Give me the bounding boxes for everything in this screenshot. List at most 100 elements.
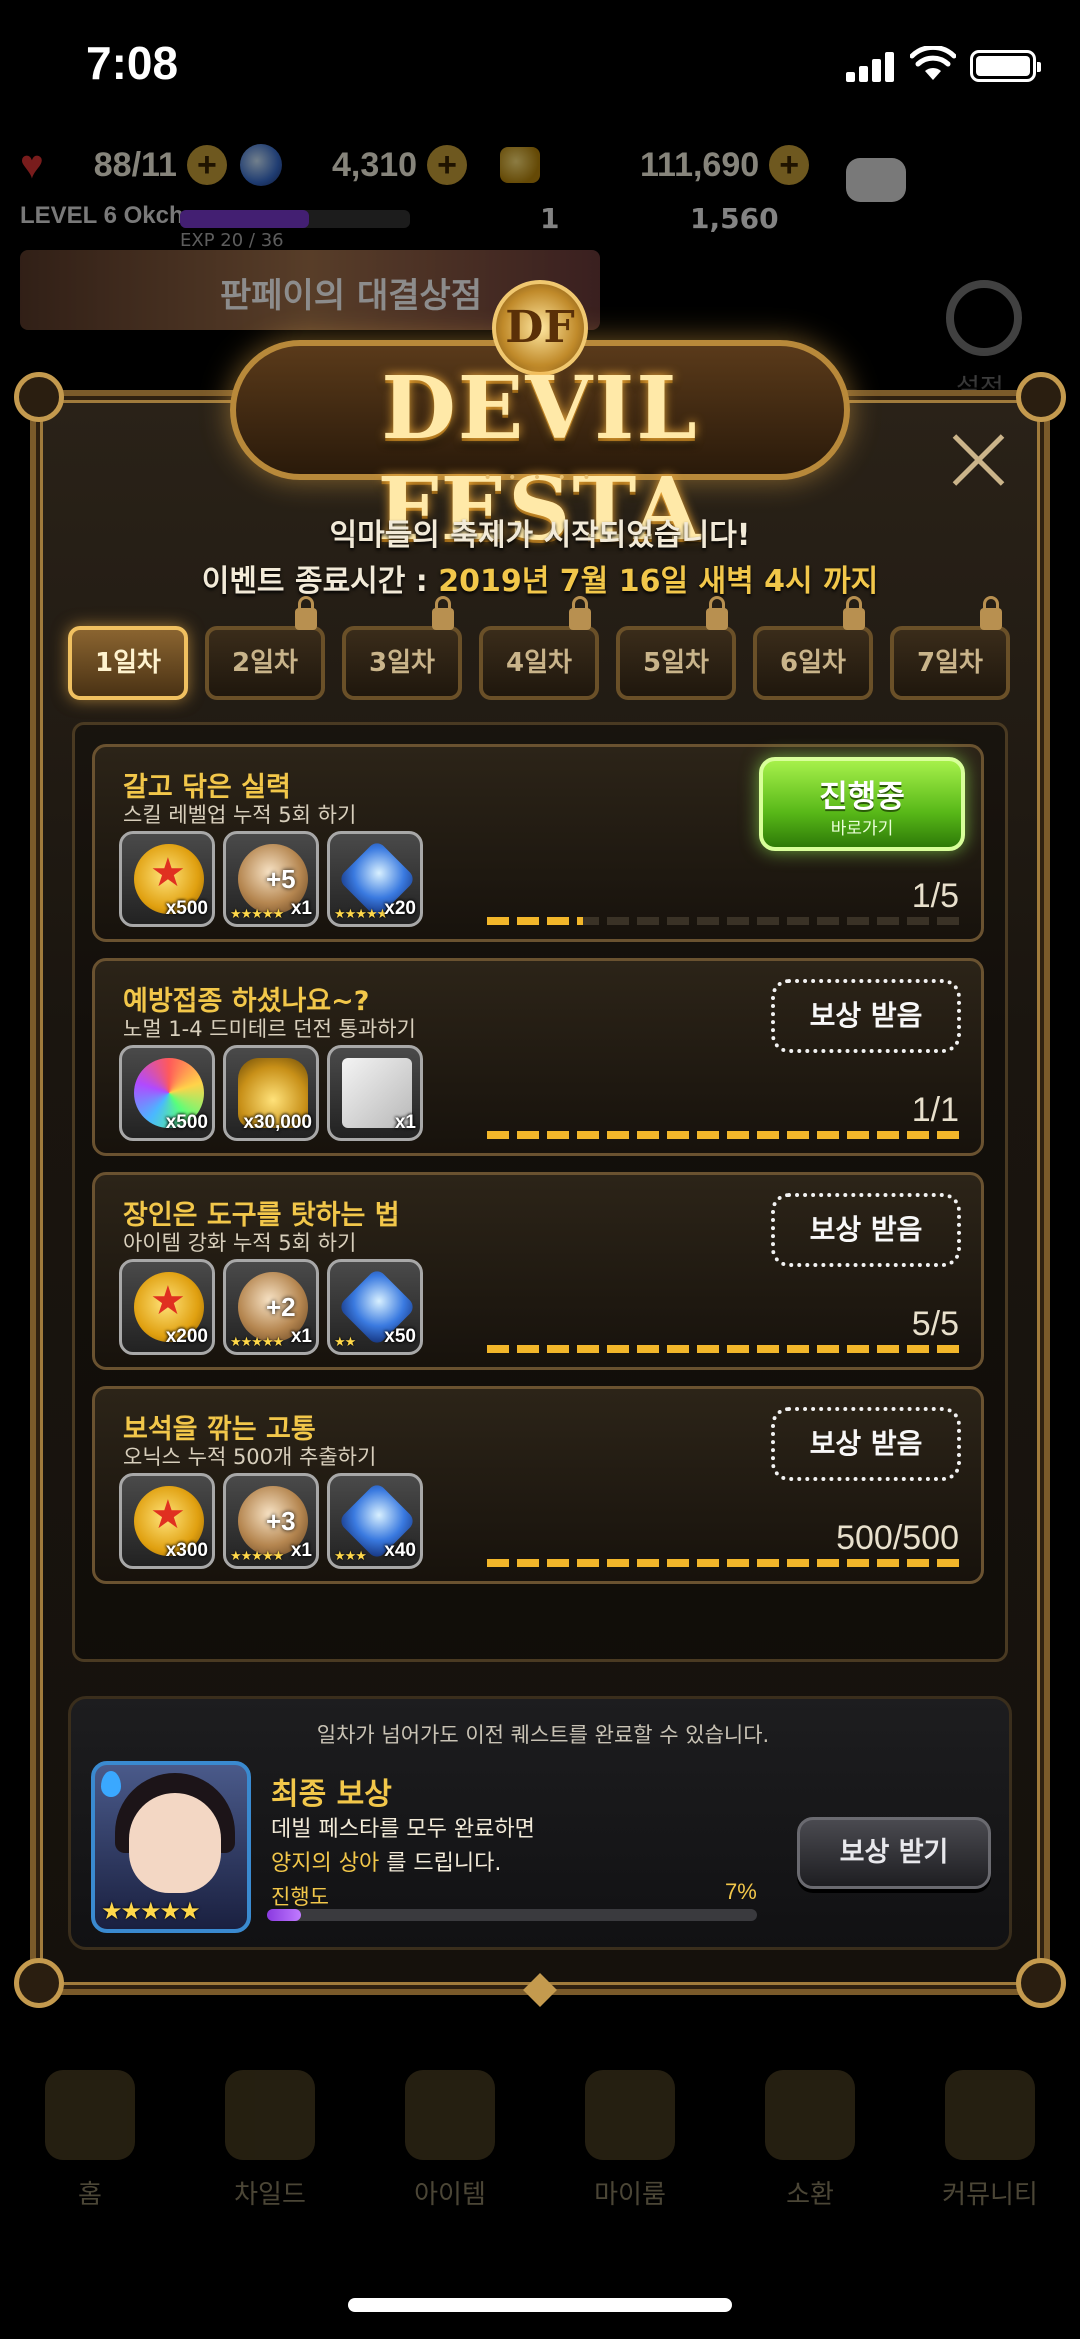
exp-bar [180,210,410,228]
reward-list: x500 +5★★★★★x1 ★★★★★x20 [119,831,423,931]
home-indicator[interactable] [348,2298,732,2312]
reward-item[interactable]: x500 [119,1045,215,1141]
corner-ornament [1016,372,1066,422]
gems-resource: 4,310 + [240,140,468,190]
nav-item-summon[interactable]: 소환 [730,2070,890,2270]
quest-desc: 아이템 강화 누적 5회 하기 [123,1231,357,1255]
nav-item-community[interactable]: 커뮤니티 [910,2070,1070,2270]
day-tabs: 1일차 2일차 3일차 4일차 5일차 6일차 7일차 [68,596,1012,702]
bottom-nav: 홈 차일드 아이템 마이룸 소환 커뮤니티 [0,2070,1080,2270]
status-bar: 7:08 [0,0,1080,130]
lock-icon [843,596,865,630]
gems-value: 4,310 [332,145,418,184]
final-reward-box: 일차가 넘어가도 이전 퀘스트를 완료할 수 있습니다. ★★★★★ 최종 보상… [68,1696,1012,1950]
corner-ornament [1016,1958,1066,2008]
reward-item[interactable]: x300 [119,1473,215,1569]
gold-resource: 111,690 + [500,140,810,190]
reward-item[interactable]: +5 ★★★★★ x1 [223,831,319,927]
final-progress-label: 진행도 [271,1885,329,1909]
small-resource-2: 1,560 [690,202,779,235]
gold-value: 111,690 [640,145,760,184]
quest-desc: 오닉스 누적 500개 추출하기 [123,1445,377,1469]
reward-item[interactable]: x500 [119,831,215,927]
nav-item-myroom[interactable]: 마이룸 [550,2070,710,2270]
final-progress-bar [267,1909,757,1921]
event-end-time: 이벤트 종료시간 : 2019년 7월 16일 새벽 4시 까지 [0,556,1080,600]
logo-stars: • • • • • [483,470,597,486]
reward-item[interactable]: ★★★ x40 [327,1473,423,1569]
nav-item-home[interactable]: 홈 [10,2070,170,2270]
lock-icon [980,596,1002,630]
water-drop-icon [101,1771,121,1797]
quest-progress-bar [487,1559,965,1567]
community-icon [945,2070,1035,2160]
final-progress-percent: 7% [725,1879,757,1904]
quest-desc: 스킬 레벨업 누적 5회 하기 [123,803,357,827]
item-icon [405,2070,495,2160]
quest-card: 예방접종 하셨나요~? 노멀 1-4 드미테르 던전 통과하기 x500 x30… [92,958,984,1156]
wifi-icon [910,46,956,80]
tab-day-3[interactable]: 3일차 [342,596,462,700]
close-button[interactable] [948,430,1008,490]
quest-card: 보석을 깎는 고통 오닉스 누적 500개 추출하기 x300 +3★★★★★x… [92,1386,984,1584]
tab-day-4[interactable]: 4일차 [479,596,599,700]
reward-item[interactable]: ★★★★★ x20 [327,831,423,927]
quest-count: 500/500 [836,1519,959,1557]
quest-count: 5/5 [911,1305,959,1343]
cellular-signal-icon [846,50,896,82]
corner-ornament [14,1958,64,2008]
gear-icon[interactable] [946,280,1022,356]
quest-desc: 노멀 1-4 드미테르 던전 통과하기 [123,1017,416,1041]
reward-list: x300 +3★★★★★x1 ★★★x40 [119,1473,423,1573]
final-reward-line1: 데빌 페스타를 모두 완료하면 [271,1817,535,1842]
reward-claimed-button[interactable]: 보상 받음 [771,1407,961,1481]
add-hearts-button[interactable]: + [186,145,227,185]
hearts-resource: ♥ 88/11 + [20,140,227,190]
quest-count: 1/5 [911,877,959,915]
reward-item[interactable]: +3 ★★★★★ x1 [223,1473,319,1569]
reward-list: x500 x30,000 x1 [119,1045,423,1145]
quest-progress-bar [487,917,965,925]
lock-icon [569,596,591,630]
quest-card: 갈고 닦은 실력 스킬 레벨업 누적 5회 하기 x500 +5★★★★★x1 … [92,744,984,942]
tab-day-1[interactable]: 1일차 [68,626,188,700]
nav-item-item[interactable]: 아이템 [370,2070,530,2270]
status-time: 7:08 [86,37,179,89]
tab-day-5[interactable]: 5일차 [616,596,736,700]
portrait-stars: ★★★★★ [101,1897,201,1925]
event-end-value: 2019년 7월 16일 새벽 4시 까지 [438,564,879,599]
event-subtitle: 익마들의 축제가 시작되었습니다! [329,518,751,553]
reward-item[interactable]: x1 [327,1045,423,1141]
claim-reward-button[interactable]: 보상 받기 [797,1817,991,1889]
corner-ornament [14,372,64,422]
reward-item[interactable]: x200 [119,1259,215,1355]
tab-day-6[interactable]: 6일차 [753,596,873,700]
tab-day-2[interactable]: 2일차 [205,596,325,700]
event-end-label: 이벤트 종료시간 : [201,564,428,599]
battery-icon [970,50,1041,82]
in-progress-button[interactable]: 진행중 바로가기 [759,757,965,851]
reward-claimed-button[interactable]: 보상 받음 [771,1193,961,1267]
exp-text: EXP 20 / 36 [180,230,284,251]
lock-icon [432,596,454,630]
lock-icon [706,596,728,630]
add-gems-button[interactable]: + [427,145,468,185]
portrait-face [129,1793,221,1893]
quest-card: 장인은 도구를 탓하는 법 아이템 강화 누적 5회 하기 x200 +2★★★… [92,1172,984,1370]
heart-icon: ♥ [20,142,44,187]
nav-item-child[interactable]: 차일드 [190,2070,350,2270]
reward-item[interactable]: +2 ★★★★★ x1 [223,1259,319,1355]
lock-icon [295,596,317,630]
add-gold-button[interactable]: + [769,145,810,185]
reward-claimed-button[interactable]: 보상 받음 [771,979,961,1053]
character-portrait[interactable]: ★★★★★ [91,1761,251,1933]
reward-item[interactable]: x30,000 [223,1045,319,1141]
chat-icon[interactable] [846,158,906,202]
final-reward-line2: 양지의 상아 를 드립니다. [271,1851,502,1876]
hearts-value: 88/11 [93,145,177,184]
quest-count: 1/1 [911,1091,959,1129]
tab-day-7[interactable]: 7일차 [890,596,1010,700]
reward-item[interactable]: ★★ x50 [327,1259,423,1355]
final-reward-title: 최종 보상 [271,1777,392,1812]
final-notice: 일차가 넘어가도 이전 퀘스트를 완료할 수 있습니다. [316,1723,770,1747]
